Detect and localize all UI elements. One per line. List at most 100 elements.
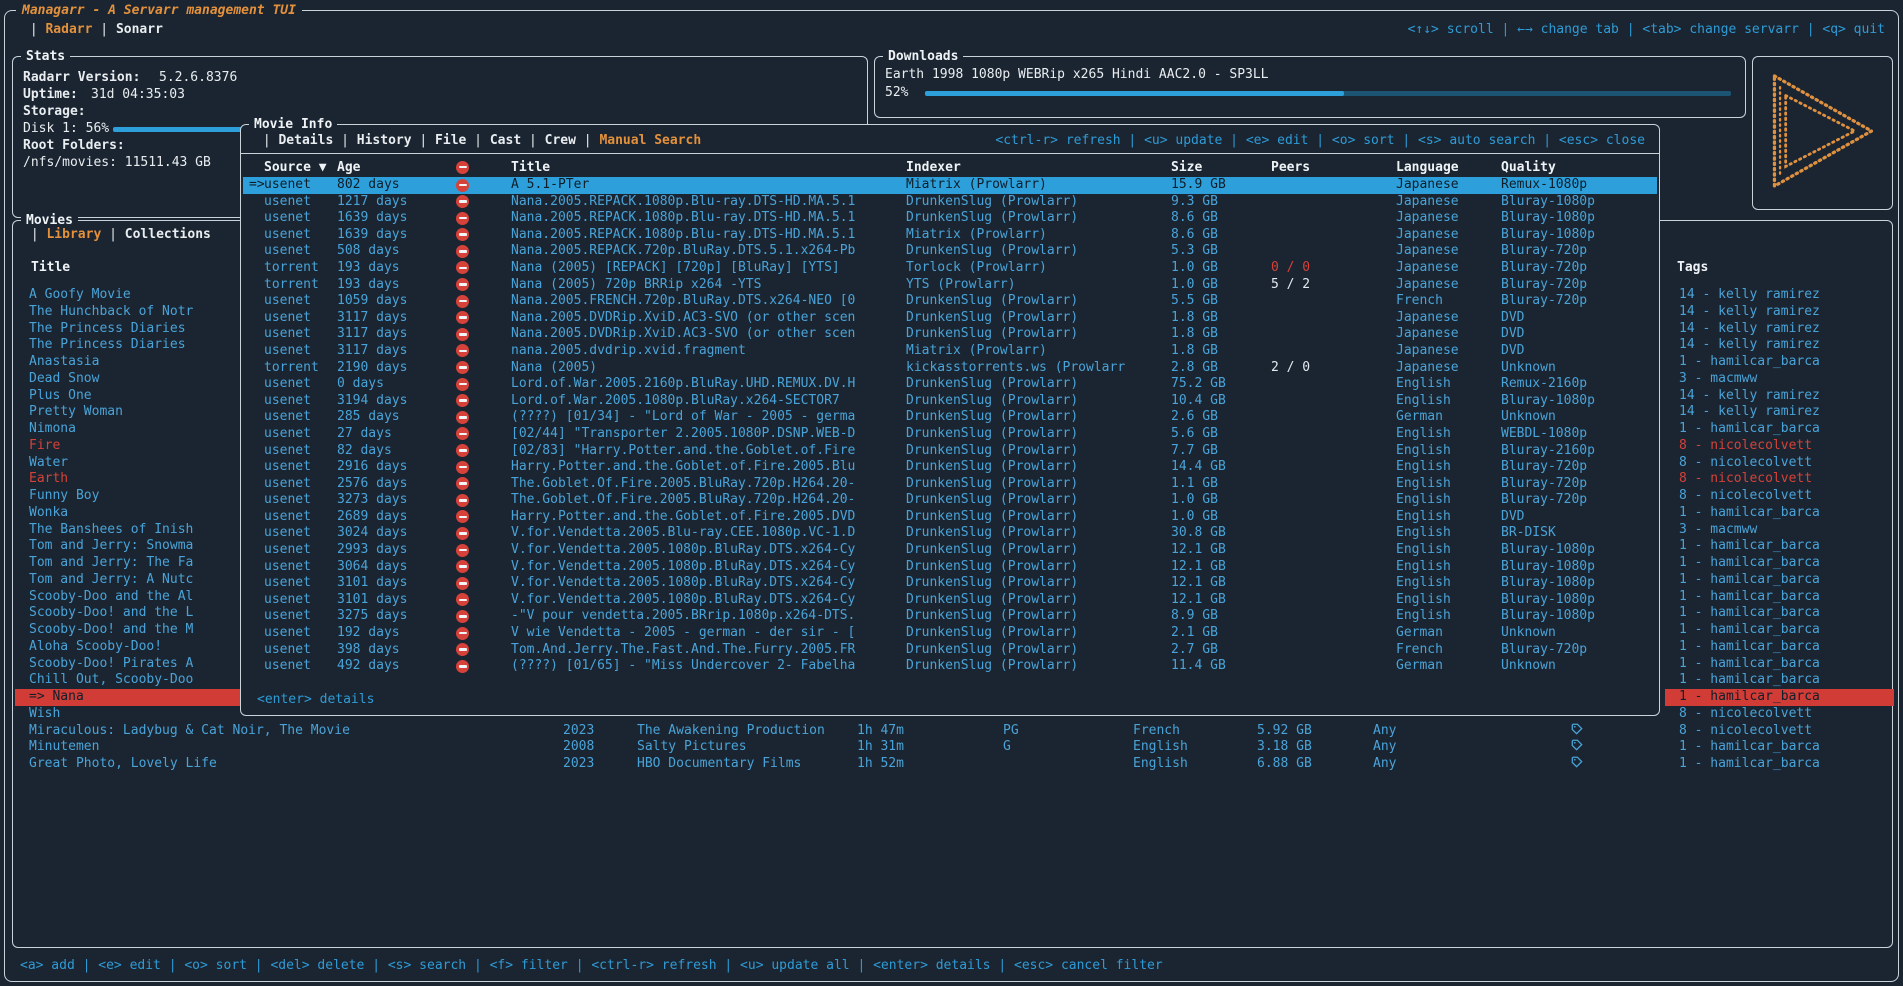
movie-info-tab-label[interactable]: Cast: [490, 132, 521, 149]
release-language: English: [1396, 492, 1451, 509]
release-row[interactable]: usenet 1217 days Nana.2005.REPACK.1080p.…: [243, 194, 1657, 211]
movie-title-cell: The Banshees of Inish: [15, 522, 245, 539]
movie-title-cell: Funny Boy: [15, 488, 245, 505]
movies-tab-label[interactable]: Library: [46, 226, 101, 243]
age-column-header[interactable]: Age: [337, 159, 360, 176]
movie-title: Scooby-Doo and the Al: [29, 589, 193, 604]
release-quality: Bluray-720p: [1501, 293, 1587, 310]
movie-title: Scooby-Doo! and the M: [29, 622, 193, 637]
release-quality: Remux-2160p: [1501, 376, 1587, 393]
movie-tag: 14 - kelly ramirez: [1679, 404, 1820, 419]
movie-info-tab[interactable]: | Manual Search: [576, 132, 701, 149]
release-row[interactable]: usenet 508 days Nana.2005.REPACK.720p.Bl…: [243, 243, 1657, 260]
movie-info-tab[interactable]: | Cast: [466, 132, 521, 149]
release-age: 2689 days: [337, 509, 407, 526]
release-row[interactable]: usenet 1639 days Nana.2005.REPACK.1080p.…: [243, 210, 1657, 227]
servarr-tab-label[interactable]: Sonarr: [116, 21, 163, 38]
release-title: nana.2005.dvdrip.xvid.fragment: [511, 343, 746, 360]
size-column-header[interactable]: Size: [1171, 159, 1202, 176]
downloads-panel: Downloads Earth 1998 1080p WEBRip x265 H…: [874, 56, 1746, 118]
indexer-column-header[interactable]: Indexer: [906, 159, 961, 176]
quality-column-header[interactable]: Quality: [1501, 159, 1556, 176]
release-language: German: [1396, 658, 1443, 675]
release-title: A 5.1-PTer: [511, 177, 589, 194]
release-quality: Remux-1080p: [1501, 177, 1587, 194]
tab-separator: |: [576, 132, 599, 149]
release-title: V.for.Vendetta.2005.1080p.BluRay.DTS.x26…: [511, 542, 855, 559]
movie-tag: 8 - nicolecolvett: [1679, 723, 1812, 738]
release-row[interactable]: usenet 1639 days Nana.2005.REPACK.1080p.…: [243, 227, 1657, 244]
release-row[interactable]: usenet 2993 days V.for.Vendetta.2005.108…: [243, 542, 1657, 559]
release-row[interactable]: usenet 3101 days V.for.Vendetta.2005.108…: [243, 575, 1657, 592]
movies-tab[interactable]: | Collections: [101, 226, 211, 243]
release-age: 1639 days: [337, 227, 407, 244]
servarr-tab-label[interactable]: Radarr: [45, 21, 92, 38]
movie-tags-cell: 1 - hamilcar_barca: [1665, 689, 1894, 706]
release-row[interactable]: torrent 2190 days Nana (2005) kickasstor…: [243, 360, 1657, 377]
language-column-header[interactable]: Language: [1396, 159, 1459, 176]
movie-tags-cell: 8 - nicolecolvett: [1665, 706, 1894, 723]
movie-title: The Hunchback of Notr: [29, 304, 193, 319]
movie-row[interactable]: Miraculous: Ladybug & Cat Noir, The Movi…: [15, 723, 1890, 740]
movie-info-tab[interactable]: | Details: [255, 132, 333, 149]
release-row[interactable]: usenet 0 days Lord.of.War.2005.2160p.Blu…: [243, 376, 1657, 393]
release-age: 3117 days: [337, 343, 407, 360]
release-row[interactable]: usenet 3064 days V.for.Vendetta.2005.108…: [243, 559, 1657, 576]
movie-title: Scooby-Doo! and the L: [29, 605, 193, 620]
movie-tag: 1 - hamilcar_barca: [1679, 689, 1820, 704]
release-quality: Bluray-1080p: [1501, 559, 1595, 576]
movie-info-tab-label[interactable]: History: [357, 132, 412, 149]
release-row[interactable]: usenet 1059 days Nana.2005.FRENCH.720p.B…: [243, 293, 1657, 310]
release-row[interactable]: usenet 192 days V wie Vendetta - 2005 - …: [243, 625, 1657, 642]
release-row[interactable]: usenet 285 days (????) [01/34] - "Lord o…: [243, 409, 1657, 426]
release-row[interactable]: usenet 3117 days nana.2005.dvdrip.xvid.f…: [243, 343, 1657, 360]
release-row[interactable]: usenet 3273 days The.Goblet.Of.Fire.2005…: [243, 492, 1657, 509]
movie-row[interactable]: Minutemen 2008 Salty Pictures 1h 31m G E…: [15, 739, 1890, 756]
movies-tab[interactable]: | Library: [23, 226, 101, 243]
source-column-header[interactable]: Source ▼: [264, 159, 327, 176]
release-row[interactable]: => usenet 802 days A 5.1-PTer Miatrix (P…: [243, 177, 1657, 194]
release-row[interactable]: usenet 3117 days Nana.2005.DVDRip.XviD.A…: [243, 326, 1657, 343]
movie-runtime: 1h 47m: [857, 723, 904, 740]
release-row[interactable]: usenet 27 days [02/44] "Transporter 2.20…: [243, 426, 1657, 443]
peers-column-header[interactable]: Peers: [1271, 159, 1310, 176]
release-row[interactable]: usenet 82 days [02/83] "Harry.Potter.and…: [243, 443, 1657, 460]
movie-info-tab-label[interactable]: File: [435, 132, 466, 149]
release-row[interactable]: usenet 2916 days Harry.Potter.and.the.Go…: [243, 459, 1657, 476]
release-row[interactable]: usenet 398 days Tom.And.Jerry.The.Fast.A…: [243, 642, 1657, 659]
movie-info-tab[interactable]: | File: [412, 132, 467, 149]
release-row[interactable]: usenet 3024 days V.for.Vendetta.2005.Blu…: [243, 525, 1657, 542]
release-row[interactable]: usenet 2689 days Harry.Potter.and.the.Go…: [243, 509, 1657, 526]
release-quality: Bluray-1080p: [1501, 393, 1595, 410]
movie-tags-cell: 1 - hamilcar_barca: [1665, 354, 1894, 371]
movie-row[interactable]: Great Photo, Lovely Life 2023 HBO Docume…: [15, 756, 1890, 773]
movies-tab-label[interactable]: Collections: [125, 226, 211, 243]
servarr-tab[interactable]: | Radarr: [22, 21, 92, 38]
title-column-header[interactable]: Title: [511, 159, 550, 176]
release-row[interactable]: usenet 492 days (????) [01/65] - "Miss U…: [243, 658, 1657, 675]
release-quality: Bluray-1080p: [1501, 210, 1595, 227]
release-row[interactable]: usenet 3275 days -"V pour vendetta.2005.…: [243, 608, 1657, 625]
movie-info-tab[interactable]: | Crew: [521, 132, 576, 149]
version-label: Radarr Version:: [23, 69, 140, 86]
release-language: French: [1396, 642, 1443, 659]
release-row[interactable]: usenet 3194 days Lord.of.War.2005.1080p.…: [243, 393, 1657, 410]
movie-info-tab[interactable]: | History: [333, 132, 411, 149]
release-size: 1.1 GB: [1171, 476, 1218, 493]
release-language: English: [1396, 426, 1451, 443]
release-size: 12.1 GB: [1171, 592, 1226, 609]
release-row[interactable]: usenet 3117 days Nana.2005.DVDRip.XviD.A…: [243, 310, 1657, 327]
release-row[interactable]: torrent 193 days Nana (2005) 720p BRRip …: [243, 277, 1657, 294]
movie-info-tab-label[interactable]: Details: [278, 132, 333, 149]
release-row[interactable]: torrent 193 days Nana (2005) [REPACK] [7…: [243, 260, 1657, 277]
servarr-tab[interactable]: | Sonarr: [92, 21, 162, 38]
release-language: English: [1396, 509, 1451, 526]
movie-title-cell: The Princess Diaries: [15, 337, 245, 354]
release-row[interactable]: usenet 3101 days V.for.Vendetta.2005.108…: [243, 592, 1657, 609]
rejected-icon: [456, 610, 469, 627]
movie-info-tab-label[interactable]: Crew: [545, 132, 576, 149]
movie-info-tab-label[interactable]: Manual Search: [599, 132, 701, 149]
release-row[interactable]: usenet 2576 days The.Goblet.Of.Fire.2005…: [243, 476, 1657, 493]
release-language: English: [1396, 592, 1451, 609]
movie-title: Minutemen: [29, 739, 99, 754]
